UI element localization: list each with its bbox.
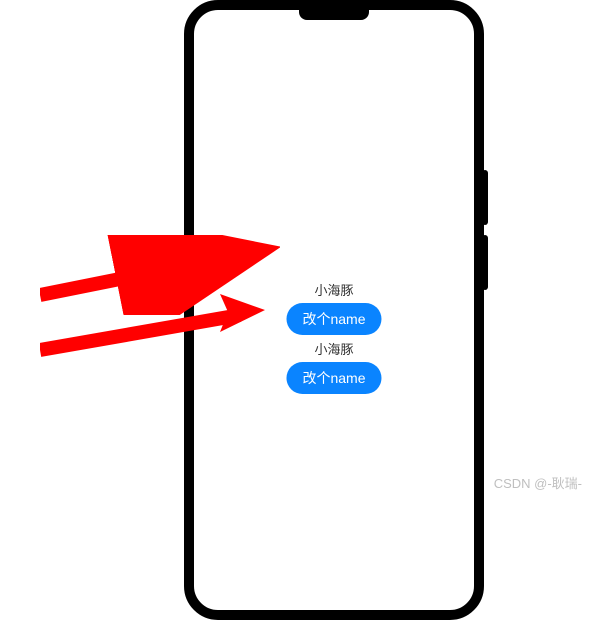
label-text-1: 小海豚	[314, 280, 353, 299]
screen-content: 小海豚 改个name 小海豚 改个name	[286, 280, 381, 394]
phone-side-button-2	[482, 235, 488, 290]
label-text-2: 小海豚	[314, 339, 353, 358]
phone-side-button-1	[482, 170, 488, 225]
change-name-button-1[interactable]: 改个name	[286, 303, 381, 335]
phone-device-frame: 小海豚 改个name 小海豚 改个name	[184, 0, 484, 620]
phone-notch	[299, 10, 369, 20]
change-name-button-2[interactable]: 改个name	[286, 362, 381, 394]
watermark-text: CSDN @-耿瑞-	[494, 473, 582, 492]
